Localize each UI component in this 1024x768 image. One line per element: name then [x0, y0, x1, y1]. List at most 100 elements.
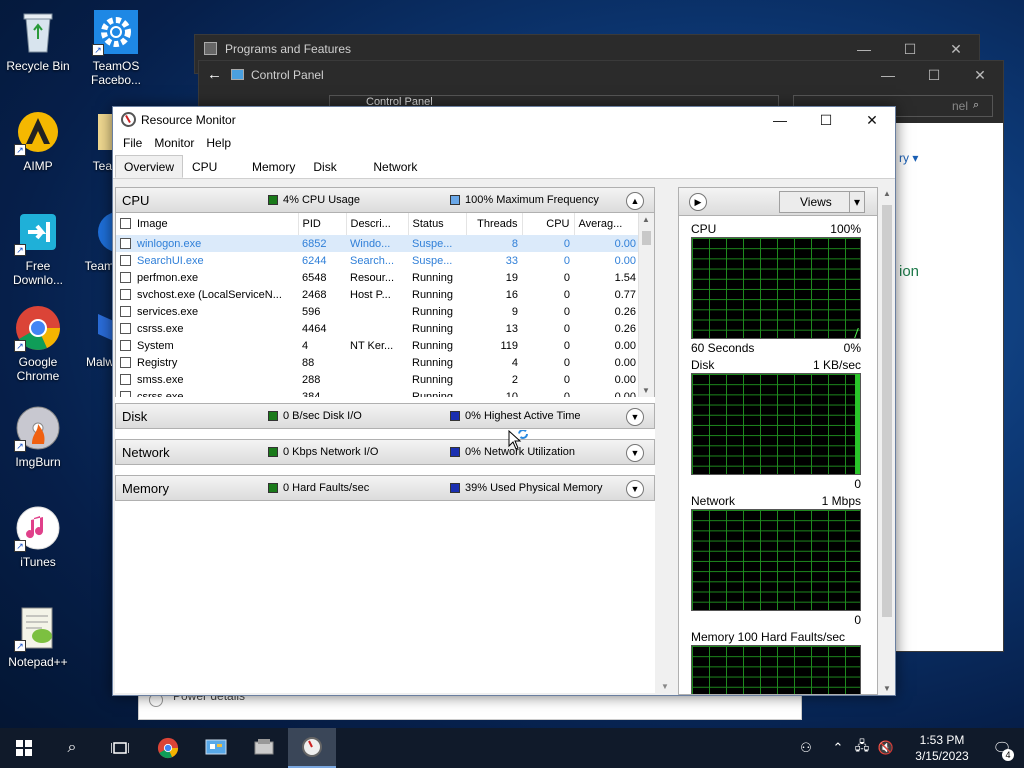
- row-checkbox[interactable]: [120, 390, 131, 397]
- expand-chevron-down-icon[interactable]: ▼: [626, 444, 644, 462]
- desktop-icon-imgburn[interactable]: ↗ ImgBurn: [0, 404, 76, 469]
- row-checkbox[interactable]: [120, 322, 131, 334]
- table-row[interactable]: csrss.exe 4464 Running 13 0 0.26: [116, 320, 640, 337]
- close-button[interactable]: ✕: [933, 35, 979, 63]
- expand-chevron-down-icon[interactable]: ▼: [626, 408, 644, 426]
- task-view-button[interactable]: [96, 728, 144, 768]
- tab-cpu[interactable]: CPU: [183, 155, 243, 178]
- row-checkbox[interactable]: [120, 271, 131, 283]
- desktop-icon-itunes[interactable]: ↗ iTunes: [0, 504, 76, 569]
- cpu-table-scrollbar[interactable]: ▲ ▼: [638, 213, 654, 397]
- views-dropdown[interactable]: Views: [779, 191, 865, 213]
- taskbar-chrome[interactable]: [144, 728, 192, 768]
- desktop-icon-partial-team[interactable]: Team: [78, 208, 114, 273]
- disk-io-stat: 0 B/sec Disk I/O: [268, 410, 362, 422]
- graphs-scrollbar[interactable]: ▲ ▼: [879, 187, 895, 695]
- row-checkbox[interactable]: [120, 237, 131, 249]
- back-arrow-icon[interactable]: ←: [207, 61, 222, 89]
- scroll-up-arrow-icon[interactable]: ▲: [883, 189, 891, 198]
- cell-image: winlogon.exe: [116, 235, 298, 252]
- menu-monitor[interactable]: Monitor: [148, 133, 200, 155]
- desktop-icon-notepad-plus-plus[interactable]: ↗ Notepad++: [0, 604, 76, 669]
- taskbar-programs-features[interactable]: [240, 728, 288, 768]
- column-header-status[interactable]: Status: [408, 213, 467, 235]
- action-center-button[interactable]: 🗨 4: [980, 739, 1024, 761]
- close-button[interactable]: ✕: [957, 61, 1003, 89]
- table-row[interactable]: SearchUI.exe 6244 Search... Suspe... 33 0 0.00: [116, 252, 640, 269]
- scroll-down-arrow-icon[interactable]: ▼: [642, 386, 650, 395]
- table-header-row: Image PID Descri... Status Threads CPU A…: [116, 213, 641, 235]
- minimize-button[interactable]: —: [865, 61, 911, 89]
- tab-disk[interactable]: Disk: [304, 155, 364, 178]
- table-row[interactable]: winlogon.exe 6852 Windo... Suspe... 8 0 0.00: [116, 235, 640, 252]
- desktop-icon-partial-tea[interactable]: Tea: [78, 108, 114, 173]
- category-view-link[interactable]: ry ▾: [899, 151, 918, 165]
- collapse-chevron-up-icon[interactable]: ▲: [626, 192, 644, 210]
- desktop-icon-aimp[interactable]: ↗ AIMP: [0, 108, 76, 173]
- desktop-icon-teamos[interactable]: ↗ TeamOS Facebo...: [78, 8, 154, 87]
- select-all-checkbox[interactable]: [120, 218, 131, 229]
- row-checkbox[interactable]: [120, 288, 131, 300]
- network-section-header[interactable]: Network 0 Kbps Network I/O 0% Network Ut…: [115, 439, 655, 465]
- search-button[interactable]: ⌕: [48, 728, 96, 768]
- splitter-down-arrow-icon[interactable]: ▼: [661, 682, 669, 691]
- taskbar-resource-monitor[interactable]: [288, 728, 336, 768]
- column-header-average-cpu[interactable]: Averag...: [574, 213, 641, 235]
- row-checkbox[interactable]: [120, 339, 131, 351]
- row-checkbox[interactable]: [120, 373, 131, 385]
- show-hidden-icons-chevron-up-icon[interactable]: ⌃: [826, 740, 850, 756]
- desktop-icon-recycle-bin[interactable]: Recycle Bin: [0, 8, 76, 73]
- table-row[interactable]: smss.exe 288 Running 2 0 0.00: [116, 371, 640, 388]
- expand-chevron-right-icon[interactable]: ▶: [689, 193, 707, 211]
- disk-graph-label: Disk: [691, 358, 715, 372]
- expand-chevron-down-icon[interactable]: ▼: [626, 480, 644, 498]
- tab-overview[interactable]: Overview: [115, 155, 184, 178]
- resource-monitor-window[interactable]: Resource Monitor — ☐ ✕ File Monitor Help…: [112, 106, 896, 696]
- menu-help[interactable]: Help: [200, 133, 237, 155]
- desktop-icon-partial-malw[interactable]: Malw: [78, 304, 114, 369]
- row-checkbox[interactable]: [120, 254, 131, 266]
- scroll-up-arrow-icon[interactable]: ▲: [642, 215, 650, 224]
- cpu-section-header[interactable]: CPU 4% CPU Usage 100% Maximum Frequency …: [115, 187, 655, 213]
- maximize-button[interactable]: ☐: [911, 61, 957, 89]
- taskbar-clock[interactable]: 1:53 PM 3/15/2023: [904, 732, 980, 764]
- minimize-button[interactable]: —: [841, 35, 887, 63]
- disk-section-header[interactable]: Disk 0 B/sec Disk I/O 0% Highest Active …: [115, 403, 655, 429]
- table-row[interactable]: perfmon.exe 6548 Resour... Running 19 0 1.54: [116, 269, 640, 286]
- scroll-thumb[interactable]: [882, 205, 892, 617]
- desktop-icon-free-download[interactable]: ↗ Free Downlo...: [0, 208, 76, 287]
- minimize-button[interactable]: —: [757, 107, 803, 133]
- column-header-pid[interactable]: PID: [298, 213, 347, 235]
- maximize-button[interactable]: ☐: [887, 35, 933, 63]
- column-header-threads[interactable]: Threads: [466, 213, 523, 235]
- column-header-image[interactable]: Image: [116, 213, 299, 235]
- scroll-down-arrow-icon[interactable]: ▼: [883, 684, 891, 693]
- row-checkbox[interactable]: [120, 356, 131, 368]
- network-status-icon[interactable]: 🖧: [850, 737, 874, 759]
- pane-splitter[interactable]: ▼: [657, 187, 675, 693]
- table-row[interactable]: csrss.exe 384 Running 10 0 0.00: [116, 388, 640, 397]
- row-checkbox[interactable]: [120, 305, 131, 317]
- menu-file[interactable]: File: [117, 133, 148, 155]
- column-header-cpu[interactable]: CPU: [522, 213, 575, 235]
- scroll-thumb[interactable]: [642, 231, 651, 245]
- mouse-cursor-icon: [508, 429, 530, 455]
- tab-network[interactable]: Network: [364, 155, 426, 178]
- table-row[interactable]: System 4 NT Ker... Running 119 0 0.00: [116, 337, 640, 354]
- close-button[interactable]: ✕: [849, 107, 895, 133]
- cell-image: SearchUI.exe: [116, 252, 298, 269]
- memory-section-header[interactable]: Memory 0 Hard Faults/sec 39% Used Physic…: [115, 475, 655, 501]
- imgburn-disc-icon: ↗: [14, 404, 62, 452]
- table-row[interactable]: Registry 88 Running 4 0 0.00: [116, 354, 640, 371]
- taskbar-control-panel[interactable]: [192, 728, 240, 768]
- tab-memory[interactable]: Memory: [243, 155, 304, 178]
- column-header-description[interactable]: Descri...: [346, 213, 409, 235]
- table-row[interactable]: svchost.exe (LocalServiceN... 2468 Host P.…: [116, 286, 640, 303]
- desktop-icon-google-chrome[interactable]: ↗ Google Chrome: [0, 304, 76, 383]
- start-button[interactable]: [0, 728, 48, 768]
- table-row[interactable]: services.exe 596 Running 9 0 0.26: [116, 303, 640, 320]
- volume-muted-icon[interactable]: 🔇: [874, 740, 898, 756]
- people-icon[interactable]: ⚇: [794, 740, 818, 756]
- maximize-button[interactable]: ☐: [803, 107, 849, 133]
- network-utilization-swatch: [450, 447, 460, 457]
